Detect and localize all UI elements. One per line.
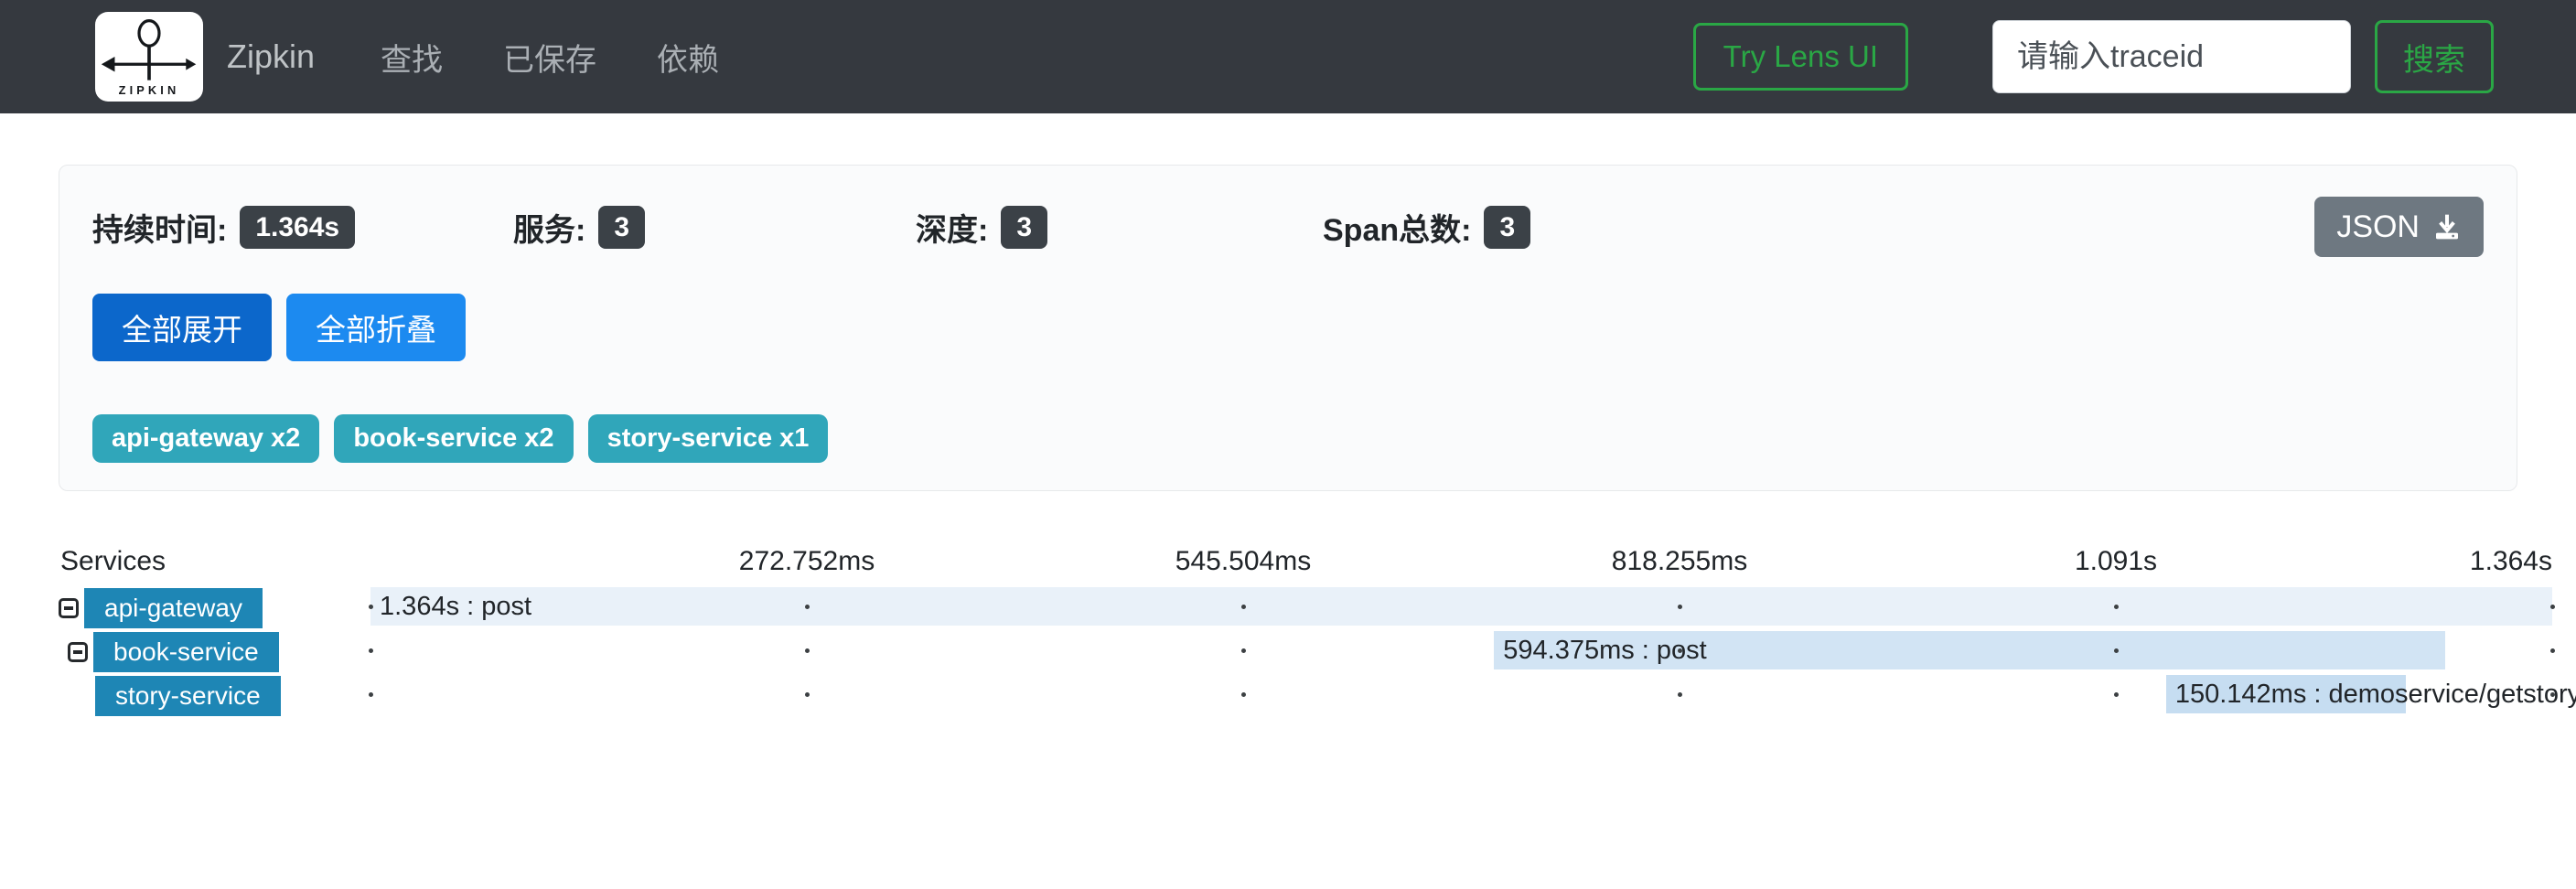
span-bar-label: 150.142ms : demoservice/getstory: [2175, 675, 2576, 713]
logo-text: ZIPKIN: [119, 83, 180, 97]
span-row-story-service: 150.142ms : demoservice/getstory story-s…: [0, 672, 2576, 716]
span-bar-label: 594.375ms : post: [1503, 631, 1706, 669]
brand-title[interactable]: Zipkin: [227, 37, 315, 76]
service-tag-book-service[interactable]: book-service x2: [334, 414, 573, 463]
collapse-icon[interactable]: [68, 642, 88, 662]
depth-value-badge: 3: [1001, 206, 1047, 249]
service-tag-story-service[interactable]: story-service x1: [588, 414, 829, 463]
download-icon: [2432, 212, 2462, 241]
service-cell: api-gateway: [59, 588, 263, 628]
tick-dot: [1241, 605, 1246, 609]
tick-label-3: 818.255ms: [1612, 546, 1747, 577]
span-count-label: Span总数:: [1323, 205, 1471, 250]
service-cell: story-service: [95, 676, 281, 716]
span-bar-label: 1.364s : post: [380, 587, 531, 626]
service-name-badge-book-service[interactable]: book-service: [93, 632, 279, 672]
tick-dot: [2114, 605, 2119, 609]
summary-services: 服务: 3: [513, 205, 916, 250]
time-axis: 272.752ms 545.504ms 818.255ms 1.091s 1.3…: [370, 544, 2552, 584]
services-value-badge: 3: [598, 206, 645, 249]
actions-row: 全部展开 全部折叠: [92, 294, 2484, 361]
tick-dot: [1678, 648, 1682, 653]
span-bar-story-service[interactable]: 150.142ms : demoservice/getstory: [2166, 675, 2406, 713]
tick-label-1: 272.752ms: [739, 546, 875, 577]
tick-dot: [2550, 605, 2555, 609]
nav-item-saved[interactable]: 已保存: [503, 35, 596, 80]
timeline-track: 150.142ms : demoservice/getstory: [370, 672, 2552, 716]
trace-summary-card: 持续时间: 1.364s 服务: 3 深度: 3 Span总数: 3 JSON …: [59, 165, 2517, 491]
services-label: 服务:: [513, 205, 585, 250]
span-row-book-service: 594.375ms : post book-service: [0, 628, 2576, 672]
collapse-all-button[interactable]: 全部折叠: [286, 294, 466, 361]
span-bar-book-service[interactable]: 594.375ms : post: [1494, 631, 2445, 669]
timeline-track: 1.364s : post: [370, 584, 2552, 628]
service-name-badge-story-service[interactable]: story-service: [95, 676, 281, 716]
tick-dot: [2114, 692, 2119, 697]
service-cell: book-service: [68, 632, 279, 672]
tick-label-4: 1.091s: [2075, 546, 2157, 577]
timeline-track: 594.375ms : post: [370, 628, 2552, 672]
service-tag-api-gateway[interactable]: api-gateway x2: [92, 414, 319, 463]
summary-depth: 深度: 3: [916, 205, 1323, 250]
duration-label: 持续时间:: [92, 205, 227, 250]
tick-dot: [2550, 692, 2555, 697]
tick-dot: [369, 648, 373, 653]
nav-item-dependencies[interactable]: 依赖: [657, 35, 719, 80]
zipkin-logo[interactable]: ZIPKIN: [95, 12, 203, 102]
tick-dot: [2114, 648, 2119, 653]
expand-all-button[interactable]: 全部展开: [92, 294, 272, 361]
tick-dot: [1241, 692, 1246, 697]
tick-dot: [1678, 605, 1682, 609]
tick-dot: [369, 692, 373, 697]
depth-label: 深度:: [916, 205, 988, 250]
tick-label-5: 1.364s: [2470, 546, 2552, 577]
tick-dot: [1678, 692, 1682, 697]
json-download-button[interactable]: JSON: [2314, 197, 2484, 257]
span-row-api-gateway: 1.364s : post api-gateway: [0, 584, 2576, 628]
span-bar-api-gateway[interactable]: 1.364s : post: [370, 587, 2552, 626]
main-nav: 查找 已保存 依赖: [381, 35, 719, 80]
search-button[interactable]: 搜索: [2375, 20, 2494, 93]
tick-dot: [805, 605, 810, 609]
tick-dot: [805, 692, 810, 697]
tick-dot: [805, 648, 810, 653]
summary-span-count: Span总数: 3: [1323, 205, 1530, 250]
tick-dot: [1241, 648, 1246, 653]
service-tags-row: api-gateway x2 book-service x2 story-ser…: [92, 414, 2484, 463]
zipkin-lollipop-icon: ZIPKIN: [100, 16, 199, 97]
timeline-header: Services 272.752ms 545.504ms 818.255ms 1…: [0, 544, 2576, 584]
navbar: ZIPKIN Zipkin 查找 已保存 依赖 Try Lens UI 搜索: [0, 0, 2576, 113]
summary-row: 持续时间: 1.364s 服务: 3 深度: 3 Span总数: 3 JSON: [92, 197, 2484, 257]
try-lens-ui-button[interactable]: Try Lens UI: [1693, 23, 1908, 91]
traceid-input[interactable]: [1992, 20, 2351, 93]
span-count-value-badge: 3: [1484, 206, 1530, 249]
tick-label-2: 545.504ms: [1175, 546, 1311, 577]
service-name-badge-api-gateway[interactable]: api-gateway: [84, 588, 263, 628]
services-column-header: Services: [60, 546, 166, 577]
nav-item-find[interactable]: 查找: [381, 35, 443, 80]
duration-value-badge: 1.364s: [240, 206, 355, 249]
tick-dot: [2550, 648, 2555, 653]
json-button-label: JSON: [2336, 209, 2420, 245]
summary-duration: 持续时间: 1.364s: [92, 205, 513, 250]
collapse-icon[interactable]: [59, 598, 79, 618]
trace-timeline: Services 272.752ms 545.504ms 818.255ms 1…: [0, 544, 2576, 716]
tick-dot: [369, 605, 373, 609]
